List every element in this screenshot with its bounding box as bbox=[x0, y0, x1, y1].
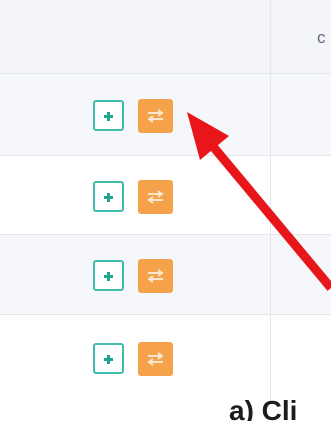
annotation-caption: a) Cli bbox=[229, 395, 298, 421]
arrow-icon bbox=[187, 112, 331, 291]
